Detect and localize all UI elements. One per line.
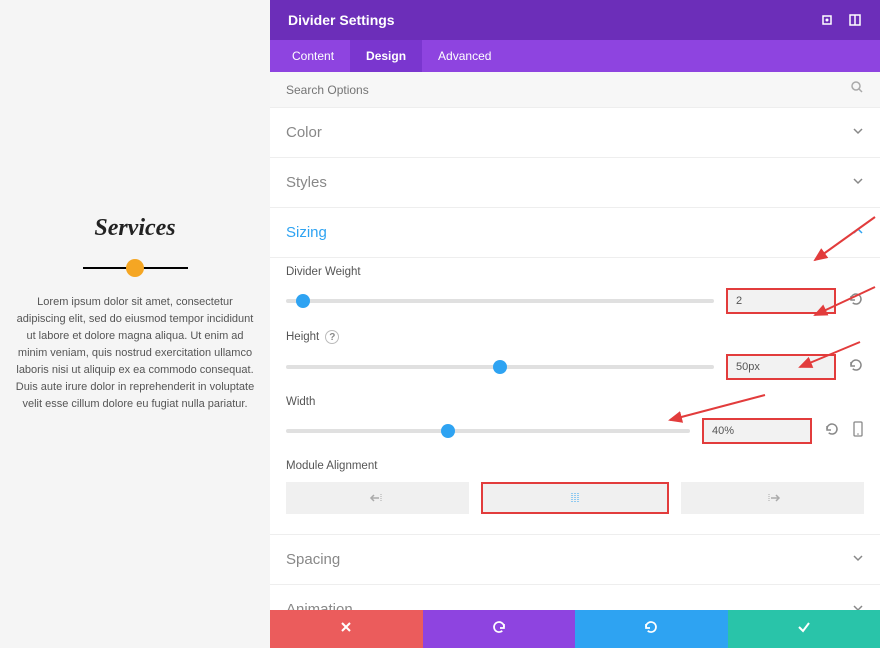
- section-styles-label: Styles: [286, 174, 852, 191]
- height-label: Height: [286, 331, 319, 343]
- redo-icon: [643, 619, 659, 640]
- module-alignment-label: Module Alignment: [286, 460, 864, 472]
- field-divider-weight: Divider Weight: [286, 266, 864, 314]
- undo-button[interactable]: [423, 610, 576, 648]
- preview-pane: Services Lorem ipsum dolor sit amet, con…: [0, 0, 270, 648]
- align-center-option[interactable]: [481, 482, 668, 514]
- search-icon[interactable]: [850, 80, 864, 99]
- title-bar: Divider Settings: [270, 0, 880, 40]
- height-slider[interactable]: [286, 359, 714, 375]
- tab-bar: Content Design Advanced: [270, 40, 880, 72]
- align-left-option[interactable]: [286, 482, 469, 514]
- undo-icon: [491, 619, 507, 640]
- section-sizing[interactable]: Sizing: [270, 208, 880, 258]
- chevron-down-icon: [852, 174, 864, 192]
- check-icon: [796, 619, 812, 640]
- settings-panel: Divider Settings Content Design Advanced…: [270, 0, 880, 648]
- section-styles[interactable]: Styles: [270, 158, 880, 208]
- redo-button[interactable]: [575, 610, 728, 648]
- save-button[interactable]: [728, 610, 880, 648]
- section-spacing[interactable]: Spacing: [270, 535, 880, 585]
- preview-body-text: Lorem ipsum dolor sit amet, consectetur …: [0, 294, 270, 413]
- expand-icon[interactable]: [820, 13, 834, 27]
- help-icon[interactable]: ?: [325, 330, 339, 344]
- reset-icon[interactable]: [848, 291, 864, 312]
- width-input[interactable]: [702, 418, 812, 444]
- search-input[interactable]: [286, 83, 850, 97]
- phone-icon[interactable]: [852, 421, 864, 442]
- section-color-label: Color: [286, 124, 852, 141]
- sizing-content: Divider Weight Height ?: [270, 258, 880, 535]
- preview-divider: [0, 267, 270, 269]
- close-icon: [339, 620, 353, 639]
- tab-advanced[interactable]: Advanced: [422, 40, 507, 72]
- reset-icon[interactable]: [824, 421, 840, 442]
- chevron-down-icon: [852, 124, 864, 142]
- panel-title: Divider Settings: [288, 12, 820, 28]
- footer: [270, 610, 880, 648]
- section-animation-label: Animation: [286, 601, 852, 610]
- height-input[interactable]: [726, 354, 836, 380]
- reset-icon[interactable]: [848, 357, 864, 378]
- width-slider[interactable]: [286, 423, 690, 439]
- section-spacing-label: Spacing: [286, 551, 852, 568]
- field-width: Width: [286, 396, 864, 444]
- divider-weight-input[interactable]: [726, 288, 836, 314]
- width-label: Width: [286, 396, 864, 408]
- chevron-down-icon: [852, 601, 864, 611]
- field-height: Height ?: [286, 330, 864, 380]
- align-right-option[interactable]: [681, 482, 864, 514]
- section-sizing-label: Sizing: [286, 224, 852, 241]
- tab-content[interactable]: Content: [276, 40, 350, 72]
- chevron-down-icon: [852, 551, 864, 569]
- panel-toggle-icon[interactable]: [848, 13, 862, 27]
- field-module-alignment: Module Alignment: [286, 460, 864, 514]
- cancel-button[interactable]: [270, 610, 423, 648]
- search-row: [270, 72, 880, 108]
- preview-title: Services: [94, 215, 175, 242]
- chevron-up-icon: [852, 224, 864, 242]
- tab-design[interactable]: Design: [350, 40, 422, 72]
- section-color[interactable]: Color: [270, 108, 880, 158]
- divider-weight-label: Divider Weight: [286, 266, 864, 278]
- section-animation[interactable]: Animation: [270, 585, 880, 610]
- divider-weight-slider[interactable]: [286, 293, 714, 309]
